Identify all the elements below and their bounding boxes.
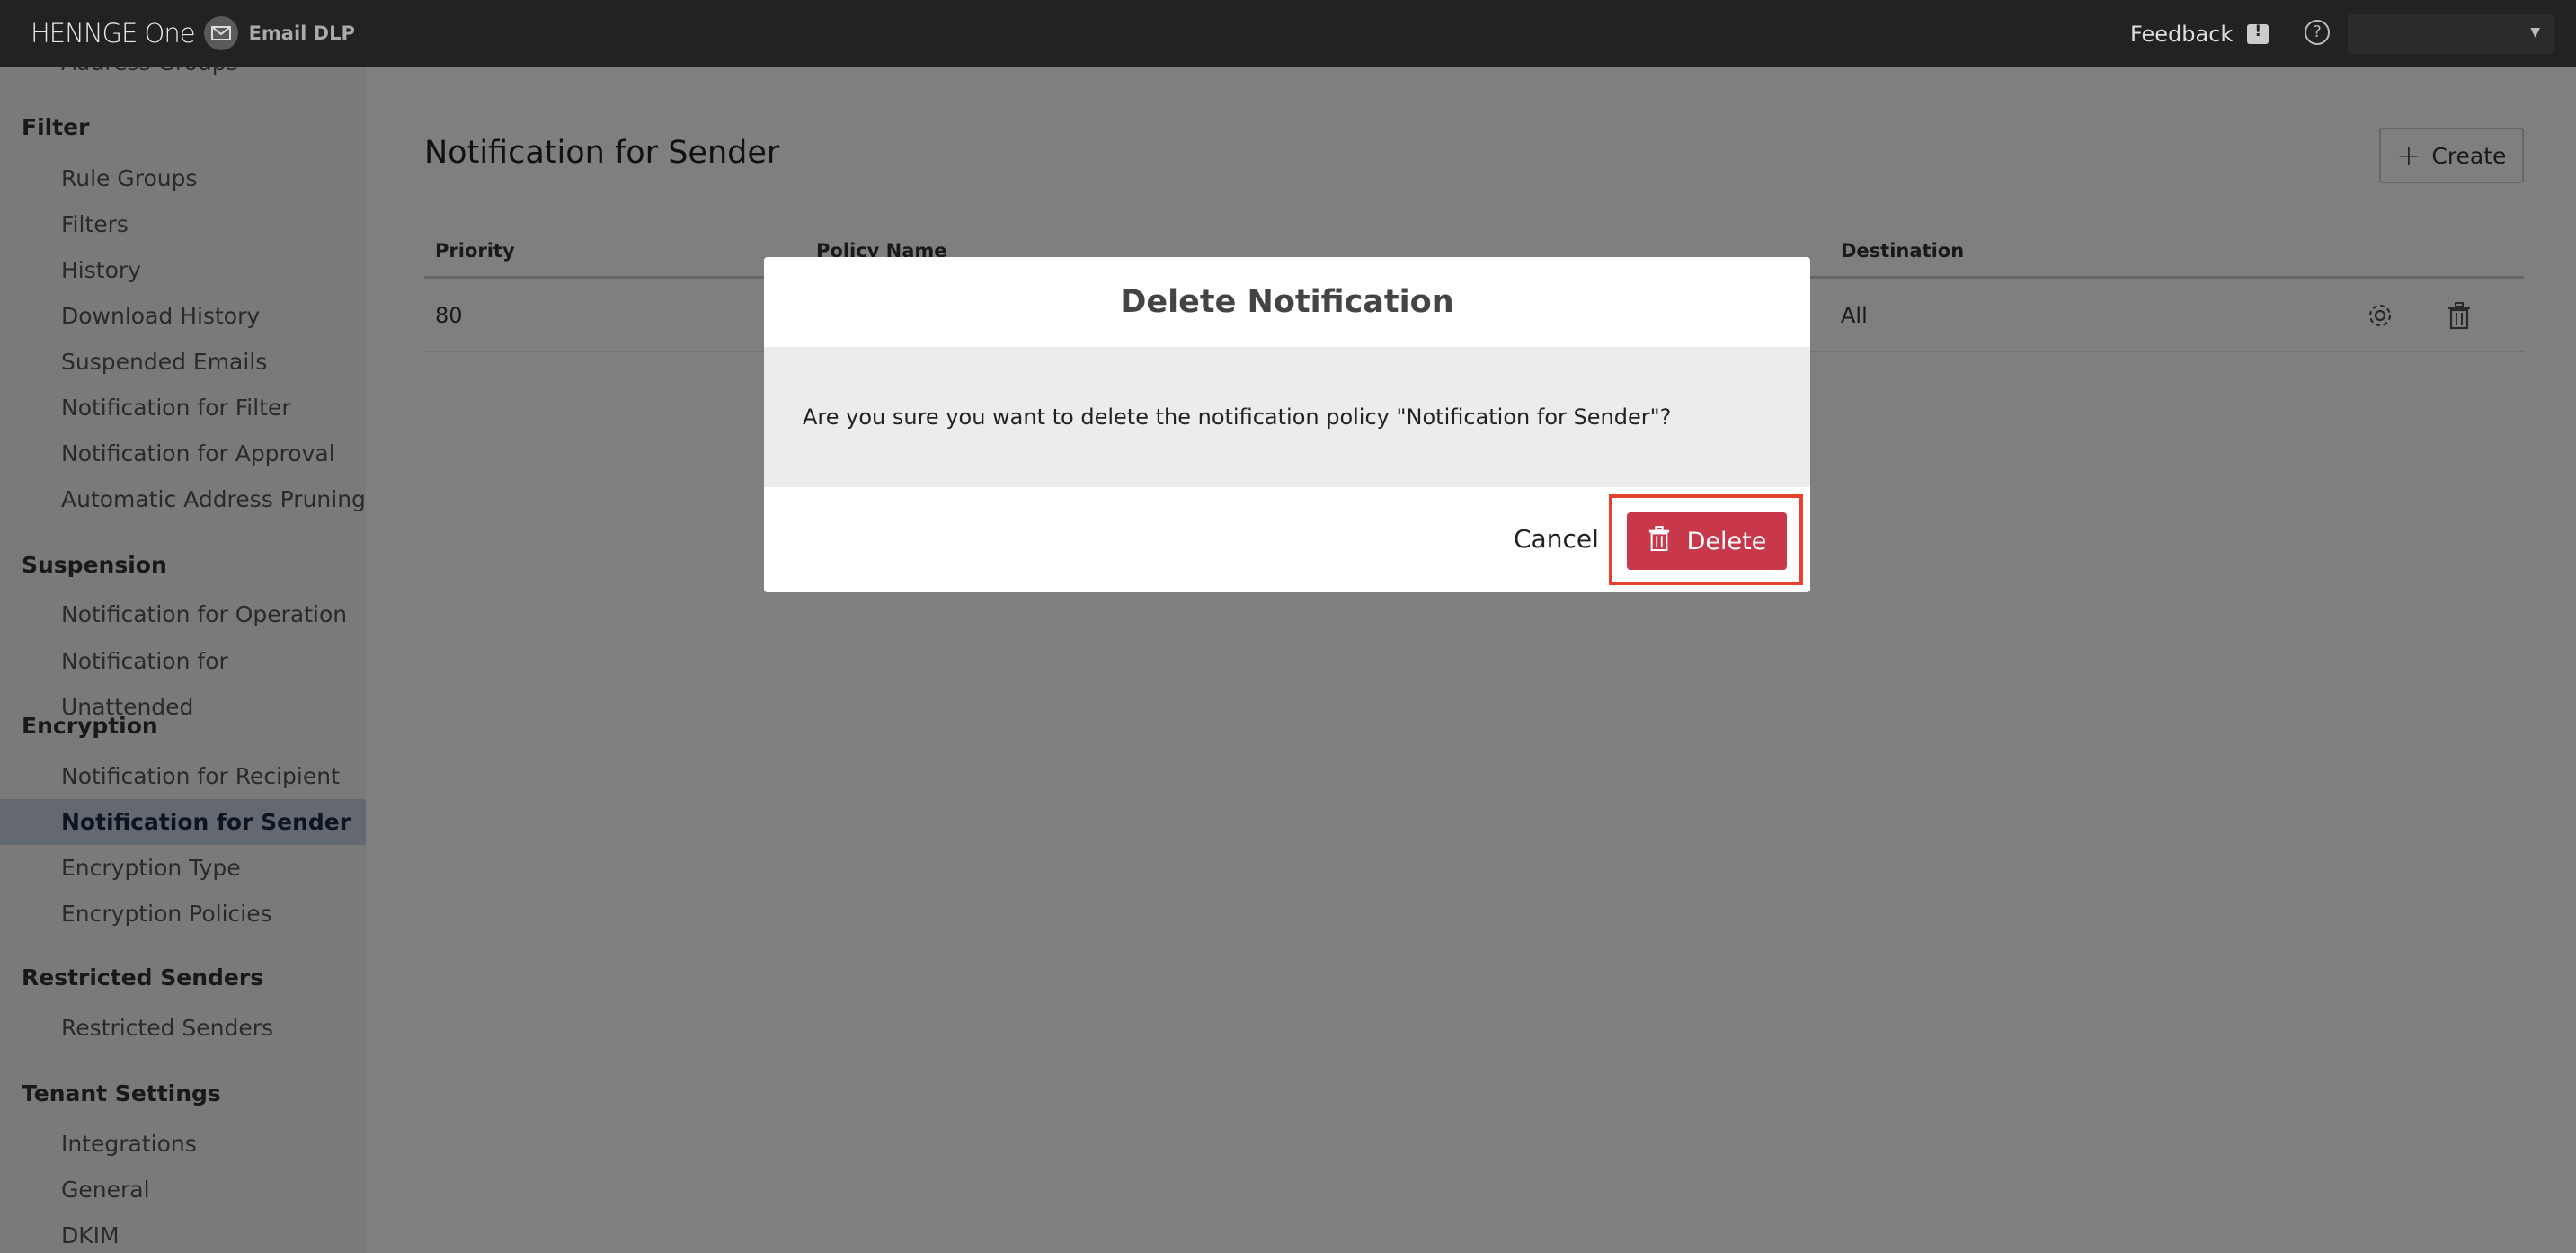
modal-backdrop[interactable] <box>0 67 2576 1253</box>
top-bar: HENNGE One Email DLP Feedback ? ▼ <box>0 0 2576 67</box>
brand-name: HENNGE One <box>31 18 196 49</box>
dialog-footer: Cancel Delete <box>764 487 1810 592</box>
product-name: Email DLP <box>248 22 355 44</box>
help-icon[interactable]: ? <box>2305 20 2330 45</box>
mail-icon <box>203 16 238 50</box>
delete-button[interactable]: Delete <box>1627 512 1787 570</box>
feedback-button[interactable]: Feedback <box>2130 16 2270 52</box>
user-menu[interactable]: ▼ <box>2348 14 2554 54</box>
trash-icon <box>1648 525 1671 558</box>
feedback-icon <box>2247 22 2270 44</box>
brand-logo[interactable]: HENNGE One Email DLP <box>31 15 355 51</box>
dialog-title: Delete Notification <box>764 257 1810 347</box>
feedback-label: Feedback <box>2130 22 2234 47</box>
delete-label: Delete <box>1686 527 1767 555</box>
dialog-message: Are you sure you want to delete the noti… <box>764 347 1810 487</box>
cancel-button[interactable]: Cancel <box>1514 524 1599 554</box>
delete-notification-dialog: Delete Notification Are you sure you wan… <box>764 257 1810 592</box>
chevron-down-icon: ▼ <box>2530 25 2540 40</box>
